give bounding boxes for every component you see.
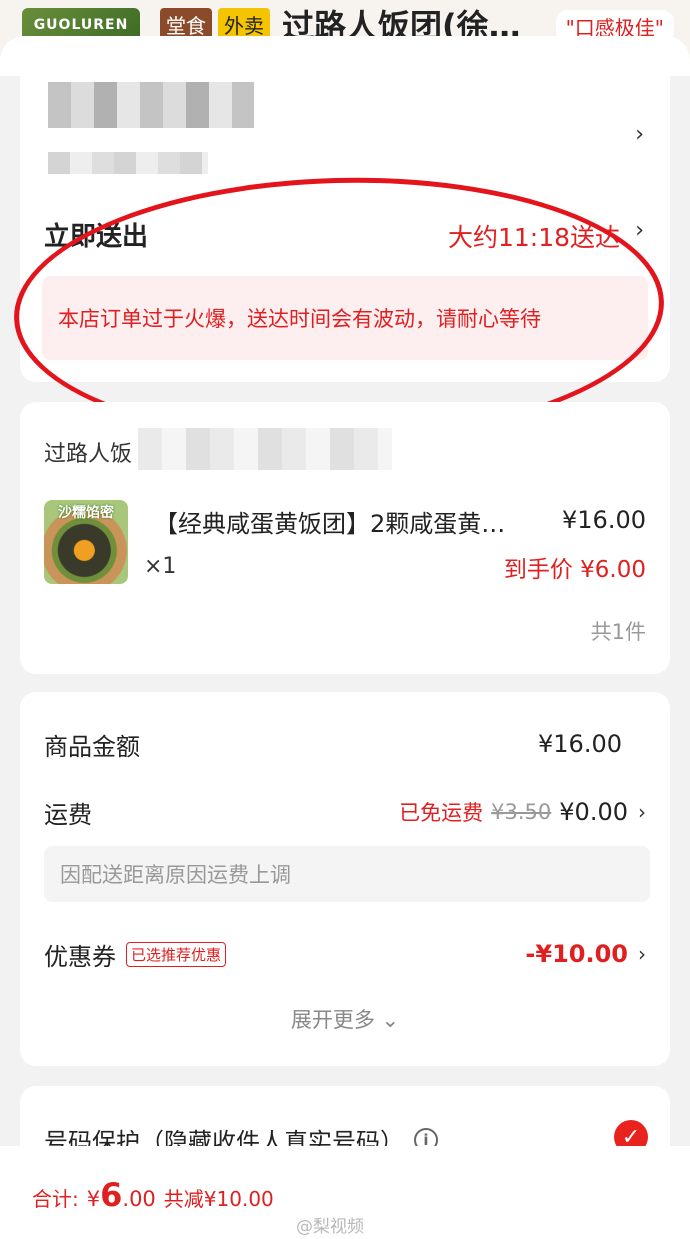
total-integer: 6 xyxy=(100,1176,123,1214)
product-image-label: 沙糯馅密 xyxy=(58,505,114,521)
chevron-right-icon[interactable]: › xyxy=(638,942,650,966)
busy-notice: 本店订单过于火爆，送达时间会有波动，请耐心等待 xyxy=(42,276,648,360)
info-icon[interactable]: i xyxy=(414,1127,438,1146)
chevron-right-icon[interactable]: › xyxy=(638,800,650,824)
coupon-badge: 已选推荐优惠 xyxy=(126,941,227,967)
goods-amount-value: ¥16.00 xyxy=(538,730,622,758)
delivery-eta[interactable]: 大约11:18送达 xyxy=(448,218,620,254)
watermark: @梨视频 xyxy=(296,1217,364,1237)
number-protection-text: 号码保护（隐藏收件人真实号码） xyxy=(44,1128,404,1146)
product-image[interactable]: 沙糯馅密 xyxy=(44,500,128,584)
number-protection-card: 号码保护（隐藏收件人真实号码） i ✓ xyxy=(20,1086,670,1146)
expand-more-button[interactable]: 展开更多 ⌄ xyxy=(20,1004,670,1034)
total-discount: 共减¥10.00 xyxy=(163,1187,274,1211)
shipping-original-price: ¥3.50 xyxy=(491,800,552,824)
contact-blurred xyxy=(48,152,208,174)
address-blurred xyxy=(48,82,254,128)
shipping-free-label: 已免运费 xyxy=(399,801,484,825)
delivery-mode-label: 立即送出 xyxy=(44,222,149,252)
total-currency: ¥ xyxy=(86,1187,101,1211)
goods-amount-label: 商品金额 xyxy=(44,732,140,761)
shipping-value: ¥0.00 xyxy=(559,798,628,826)
store-name: 过路人饭 xyxy=(44,442,133,467)
product-price: ¥16.00 xyxy=(562,506,646,534)
product-quantity: ×1 xyxy=(144,554,177,579)
fee-card: 商品金额 ¥16.00 运费 已免运费 ¥3.50 ¥0.00 › 因配送距离原… xyxy=(20,692,670,1066)
coupon-label: 优惠券 xyxy=(44,942,116,971)
product-title[interactable]: 【经典咸蛋黄饭团】2颗咸蛋黄… xyxy=(154,504,544,539)
shipping-label: 运费 xyxy=(44,800,92,829)
item-count: 共1件 xyxy=(590,620,646,644)
address-card[interactable]: › 立即送出 大约11:18送达 › 本店订单过于火爆，送达时间会有波动，请耐心… xyxy=(20,36,670,382)
product-final-price: 到手价 ¥6.00 xyxy=(503,557,646,583)
shipping-note: 因配送距离原因运费上调 xyxy=(44,846,650,902)
shipping-row[interactable]: 运费 已免运费 ¥3.50 ¥0.00 › xyxy=(44,792,650,832)
order-total: 合计: ¥ 6 .00 共减¥10.00 xyxy=(32,1176,274,1214)
chevron-right-icon[interactable]: › xyxy=(635,122,644,147)
order-sheet: › 立即送出 大约11:18送达 › 本店订单过于火爆，送达时间会有波动，请耐心… xyxy=(0,36,690,1146)
store-name-blurred xyxy=(138,428,392,470)
coupon-row[interactable]: 优惠券 已选推荐优惠 -¥10.00 › xyxy=(44,934,650,974)
check-icon[interactable]: ✓ xyxy=(614,1120,648,1146)
coupon-value: -¥10.00 xyxy=(525,940,628,968)
total-label: 合计: xyxy=(32,1187,79,1211)
chevron-right-icon[interactable]: › xyxy=(635,218,644,243)
number-protection-label: 号码保护（隐藏收件人真实号码） i xyxy=(44,1122,438,1146)
total-decimal: .00 xyxy=(122,1187,156,1211)
store-card: 过路人饭 沙糯馅密 【经典咸蛋黄饭团】2颗咸蛋黄… ¥16.00 ×1 到手价 … xyxy=(20,402,670,674)
goods-amount-row: 商品金额 ¥16.00 xyxy=(44,724,650,764)
checkout-bar: 合计: ¥ 6 .00 共减¥10.00 @梨视频 xyxy=(0,1146,690,1239)
